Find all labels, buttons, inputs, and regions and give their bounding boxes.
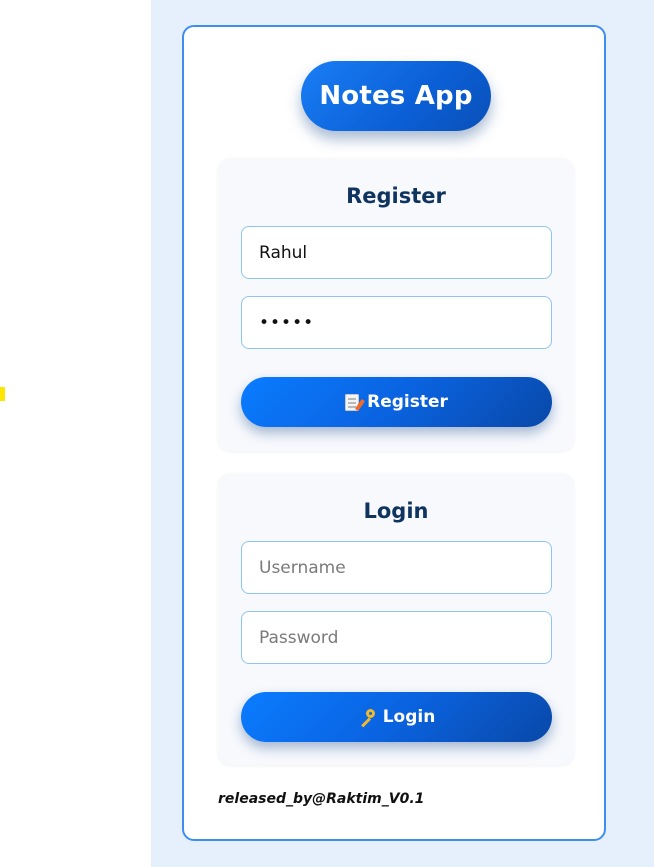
register-heading: Register bbox=[346, 184, 446, 208]
register-button-label: Register bbox=[367, 392, 448, 412]
register-section: Register Register bbox=[218, 158, 574, 451]
yellow-edge-marker bbox=[0, 387, 5, 401]
footer-credit: released_by@Raktim_V0.1 bbox=[218, 791, 425, 807]
register-username-input[interactable] bbox=[241, 226, 552, 279]
memo-icon bbox=[345, 393, 360, 411]
app-title: Notes App bbox=[301, 61, 491, 131]
key-icon bbox=[358, 708, 375, 726]
register-password-input[interactable] bbox=[241, 296, 552, 349]
left-empty-area bbox=[0, 0, 151, 867]
login-heading: Login bbox=[363, 499, 429, 523]
register-button[interactable]: Register bbox=[241, 377, 552, 427]
app-card: Notes App Register Register Login Login … bbox=[182, 25, 606, 841]
login-button[interactable]: Login bbox=[241, 692, 552, 742]
login-section: Login Login bbox=[218, 473, 574, 765]
login-button-label: Login bbox=[382, 707, 436, 727]
login-username-input[interactable] bbox=[241, 541, 552, 594]
login-password-input[interactable] bbox=[241, 611, 552, 664]
